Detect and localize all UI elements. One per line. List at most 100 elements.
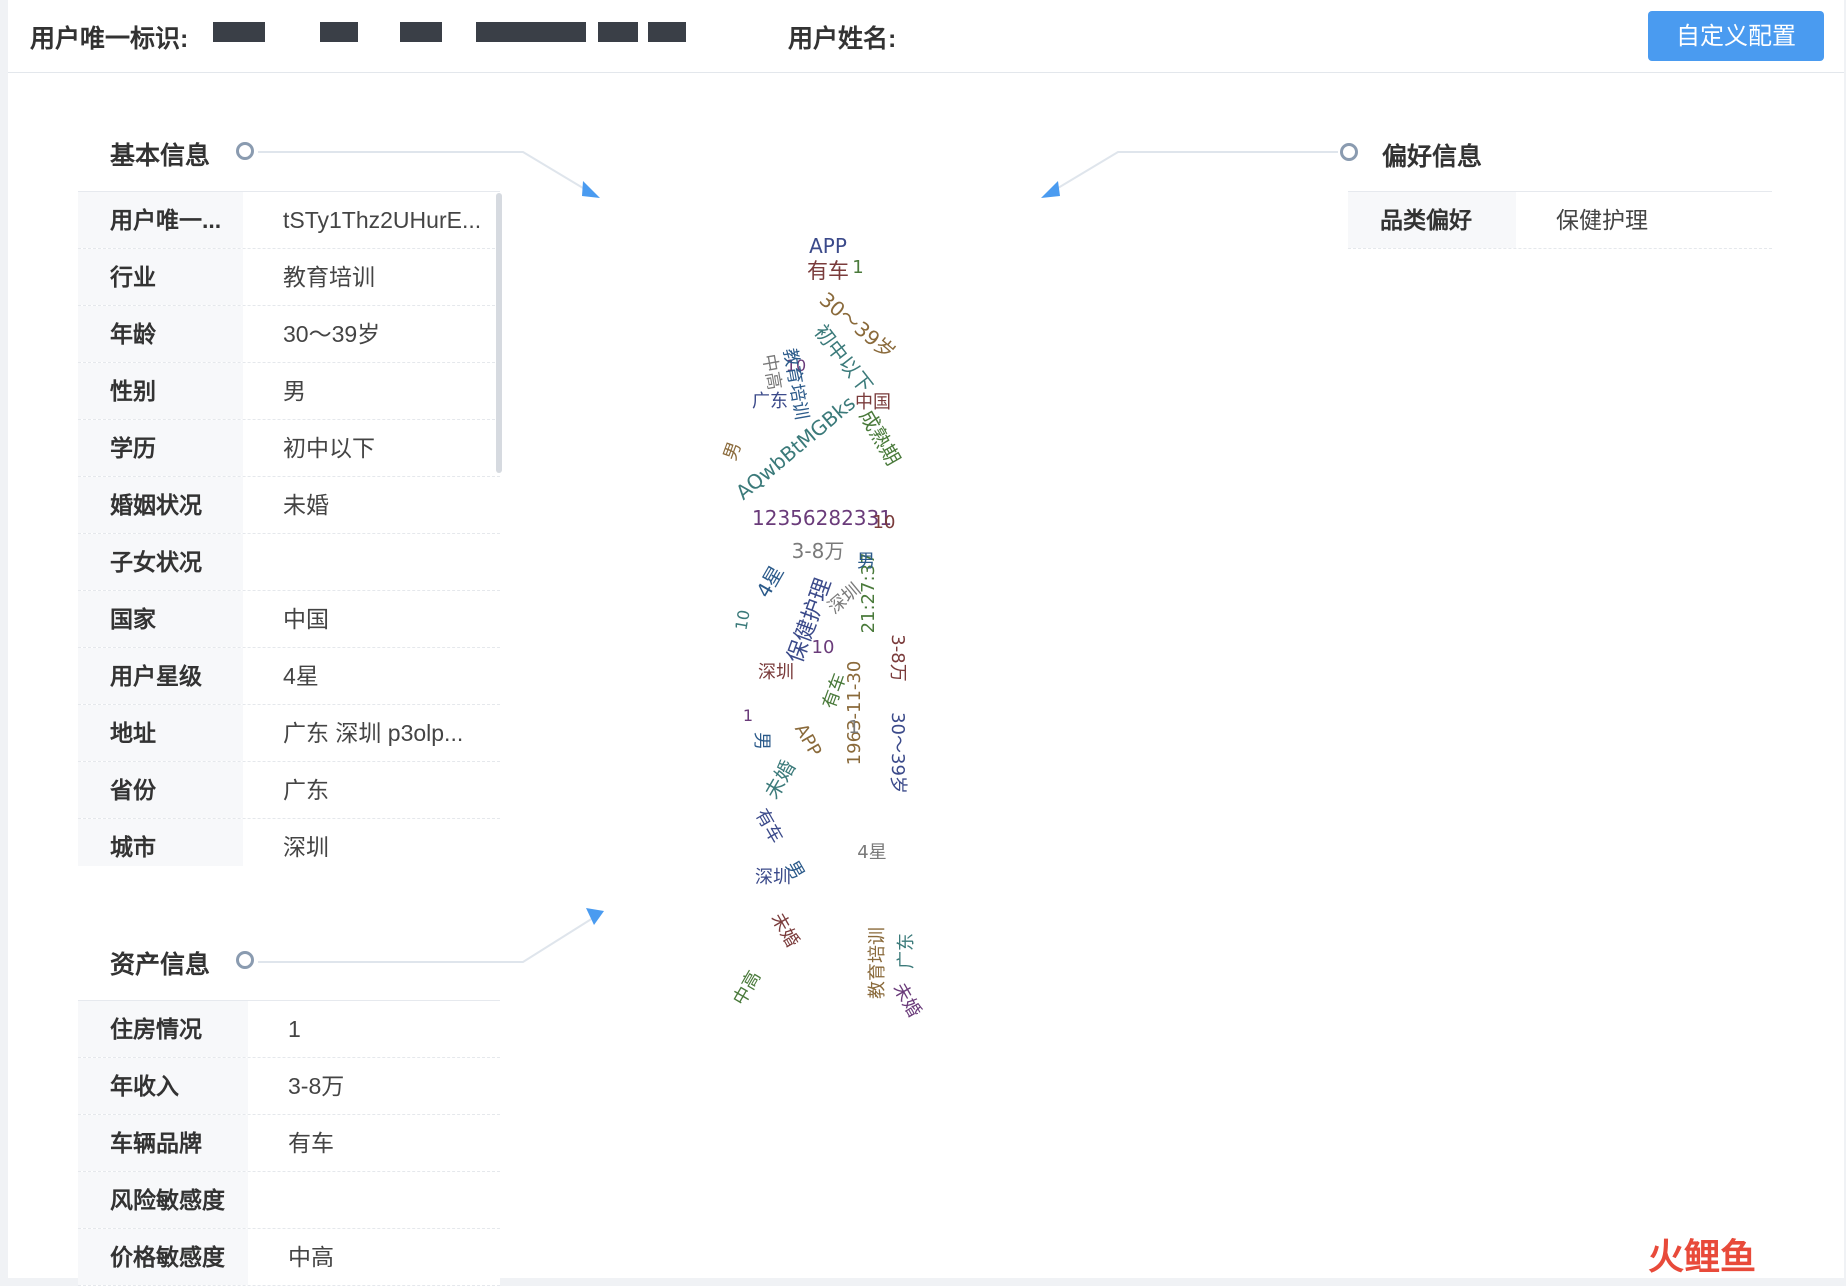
table-row: 地址 广东 深圳 p3olp... [78,705,500,762]
row-key: 国家 [78,591,243,647]
asset-info-dot [236,951,254,969]
row-key: 用户唯一... [78,192,243,248]
user-profile-word-cloud: APP有车 130～39岁初中以下10中高教育培训广东 中国成熟期男AQwbBtMG… [720,234,925,1021]
row-value: 中国 [283,606,329,632]
row-key: 婚姻状况 [78,477,243,533]
word-cloud-word: 广东 [896,933,917,969]
row-key: 地址 [78,705,243,761]
word-cloud-word: 4星 [857,842,886,863]
row-value: 30～39岁 [283,321,381,347]
word-cloud-word: 未婚 [760,756,801,803]
word-cloud-word: 广东 [752,391,788,412]
table-row: 年龄 30～39岁 [78,306,500,363]
word-cloud-word: 3-8万 [887,634,908,681]
word-cloud-word: APP [809,234,847,258]
basic-info-title: 基本信息 [110,142,211,170]
row-value: 未婚 [283,492,329,518]
word-cloud-word: 教育培训 [867,927,888,999]
word-cloud-word: 中高 [729,967,765,1009]
word-cloud-word: 1 [743,706,753,725]
row-key: 行业 [78,249,243,305]
svg-text:火鲤鱼: 火鲤鱼 [1648,1237,1756,1278]
word-cloud-word: 男 [751,732,772,750]
row-value: 初中以下 [283,435,375,461]
row-key: 用户星级 [78,648,243,704]
row-value: 4星 [283,663,319,689]
word-cloud-word: 12356282331 [752,506,892,530]
row-key: 省份 [78,762,243,818]
user-name-label: 用户姓名: [788,25,897,53]
user-id-label: 用户唯一标识: [30,25,189,53]
row-key: 价格敏感度 [78,1229,248,1285]
row-key: 品类偏好 [1348,192,1516,248]
row-key: 性别 [78,363,243,419]
preference-info-table: 品类偏好 保健护理 [1348,191,1772,249]
table-row: 省份 广东 [78,762,500,819]
word-cloud-word: 男 [720,439,746,463]
table-row: 风险敏感度 [78,1172,500,1229]
word-cloud-word: 男 [857,551,875,572]
row-key: 车辆品牌 [78,1115,248,1171]
word-cloud-word: 10 [731,608,753,631]
preference-info-title: 偏好信息 [1382,143,1483,171]
row-value [243,534,500,590]
table-row: 品类偏好 保健护理 [1348,192,1772,249]
watermark-logo: 火鲤鱼 [1648,1237,1756,1278]
word-cloud-word: 深圳 [758,662,794,683]
word-cloud-word: 1 [848,717,859,738]
row-key: 城市 [78,819,243,866]
row-key: 住房情况 [78,1001,248,1057]
asset-info-title: 资产信息 [110,951,211,979]
word-cloud-word: 30～39岁 [887,712,908,794]
row-value: 广东 深圳 p3olp... [283,720,464,746]
word-cloud-word: 成熟期 [855,406,906,470]
table-row: 住房情况 1 [78,1001,500,1058]
basic-info-table[interactable]: 用户唯一... tSTy1Thz2UHurE... 行业 教育培训年龄 30～39岁性别… [78,191,500,866]
basic-info-dot [236,142,254,160]
word-cloud-word: 10 [873,512,896,533]
table-row: 性别 男 [78,363,500,420]
row-value: 3-8万 [288,1073,345,1099]
row-value: 教育培训 [283,264,375,290]
word-cloud-word: APP [790,720,825,760]
custom-config-button[interactable]: 自定义配置 [1648,11,1824,61]
row-value: 男 [283,378,306,404]
table-row: 车辆品牌 有车 [78,1115,500,1172]
row-key: 年收入 [78,1058,248,1114]
word-cloud-word: 10 [812,637,835,658]
word-cloud-word: 1 [852,257,863,278]
word-cloud-word: 有车 [807,259,849,283]
word-cloud-word: 有车 [751,805,787,847]
top-bar: 用户唯一标识: 用户姓名: 自定义配置 [8,0,1844,73]
table-row: 城市 深圳 [78,819,500,866]
table-row: 年收入 3-8万 [78,1058,500,1115]
row-value [248,1172,500,1228]
table-row: 行业 教育培训 [78,249,500,306]
row-key: 年龄 [78,306,243,362]
row-value: 保健护理 [1556,207,1648,233]
word-cloud-word: 3-8万 [792,539,845,563]
preference-info-dot [1340,143,1358,161]
table-row: 婚姻状况 未婚 [78,477,500,534]
asset-info-table: 住房情况 1 年收入 3-8万车辆品牌 有车风险敏感度 价格敏感度 中高 [78,1000,500,1286]
word-cloud-word: 1963-11-30 [844,661,865,766]
row-value: 中高 [288,1244,334,1270]
table-row: 子女状况 [78,534,500,591]
basic-info-scrollbar[interactable] [496,193,502,473]
table-row: 价格敏感度 中高 [78,1229,500,1286]
row-value: 有车 [288,1130,334,1156]
word-cloud-word: 未婚 [889,979,925,1021]
row-value: 广东 [283,777,329,803]
table-row: 用户唯一... tSTy1Thz2UHurE... [78,192,500,249]
table-row: 国家 中国 [78,591,500,648]
row-key: 学历 [78,420,243,476]
row-value: 1 [288,1016,301,1042]
row-value: tSTy1Thz2UHurE... [283,207,482,233]
main-panel: 基本信息 用户唯一... tSTy1Thz2UHurE... 行业 教育培训 年龄 30～… [8,73,1844,1286]
row-value: 深圳 [283,834,329,860]
word-cloud-word: 未婚 [767,909,803,951]
table-row: 学历 初中以下 [78,420,500,477]
word-cloud-word: 4星 [751,561,788,601]
table-row: 用户星级 4星 [78,648,500,705]
row-key: 风险敏感度 [78,1172,248,1228]
